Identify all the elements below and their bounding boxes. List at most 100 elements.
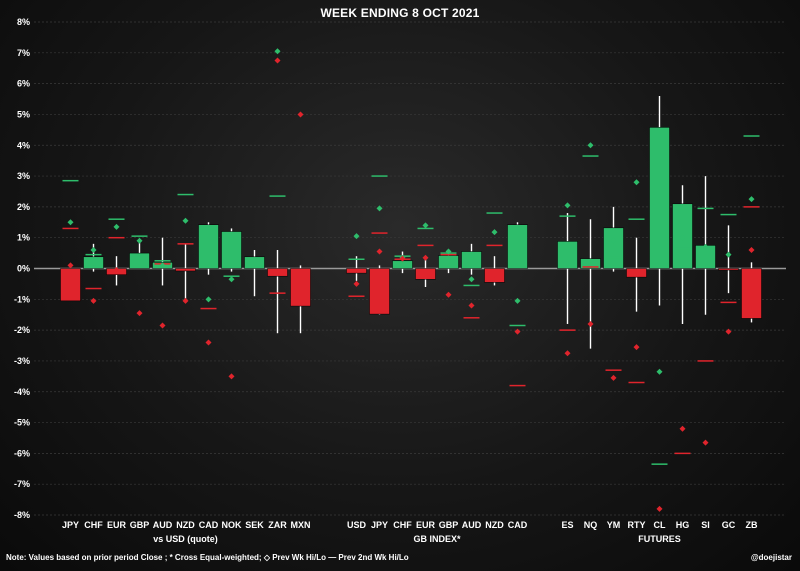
bar-zb: [741, 268, 762, 319]
y-tick-label: 1%: [17, 233, 30, 243]
x-tick-label: CAD: [508, 520, 528, 530]
bar-mxn: [290, 268, 311, 307]
prev-lo-diamond: [228, 373, 235, 380]
bar-chf: [83, 256, 104, 269]
x-tick-label: CHF: [84, 520, 103, 530]
prev-hi-diamond: [514, 297, 521, 304]
y-tick-label: -7%: [14, 479, 30, 489]
x-tick-label: GBP: [439, 520, 459, 530]
prev-lo-diamond: [748, 247, 755, 254]
x-tick-label: EUR: [416, 520, 436, 530]
prev-hi-diamond: [491, 229, 498, 236]
y-tick-label: 6%: [17, 79, 30, 89]
y-tick-label: 5%: [17, 109, 30, 119]
bar-es: [557, 241, 578, 269]
x-tick-label: RTY: [628, 520, 646, 530]
group-label: vs USD (quote): [153, 534, 218, 544]
bar-gc: [718, 268, 739, 271]
chart-svg: 8% 7% 6% 5% 4% 3% 2% 1% 0% -1% -2% -3% -4% -5% -6% -7% -…: [14, 17, 786, 544]
author-handle: @doejistar: [750, 553, 792, 562]
y-tick-label: -5%: [14, 418, 30, 428]
bar-cl: [649, 127, 670, 269]
prev-hi-diamond: [633, 179, 640, 186]
prev-lo-diamond: [564, 350, 571, 357]
prev-hi-diamond: [656, 368, 663, 375]
prev-hi-diamond: [353, 233, 360, 240]
prev-lo-diamond: [610, 374, 617, 381]
prev-lo-diamond: [182, 297, 189, 304]
bar-nok: [221, 231, 242, 269]
footer-note: Note: Values based on prior period Close…: [6, 553, 409, 562]
x-tick-label: ZB: [746, 520, 758, 530]
bar-aud: [461, 251, 482, 269]
prev-hi-diamond: [205, 296, 212, 303]
x-tick-label: AUD: [462, 520, 482, 530]
x-tick-label: NZD: [176, 520, 195, 530]
x-tick-label: NQ: [584, 520, 598, 530]
prev-lo-diamond: [274, 57, 281, 64]
x-tick-label: GC: [722, 520, 736, 530]
y-tick-label: -2%: [14, 325, 30, 335]
x-tick-label: CHF: [393, 520, 412, 530]
prev-hi-diamond: [468, 276, 475, 283]
x-tick-label: NZD: [485, 520, 504, 530]
prev-hi-diamond: [113, 223, 120, 230]
prev-hi-diamond: [748, 196, 755, 203]
y-tick-label: 3%: [17, 171, 30, 181]
x-tick-label: USD: [347, 520, 367, 530]
x-tick-label: ES: [561, 520, 573, 530]
bar-rty: [626, 268, 647, 278]
x-tick-label: EUR: [107, 520, 127, 530]
prev-hi-diamond: [274, 48, 281, 55]
x-tick-label: YM: [607, 520, 621, 530]
bar-gbp: [438, 255, 459, 269]
x-tick-label: JPY: [62, 520, 79, 530]
x-tick-label: NOK: [222, 520, 243, 530]
bar-ym: [603, 227, 624, 269]
prev-hi-diamond: [422, 222, 429, 229]
prev-hi-diamond: [182, 217, 189, 224]
prev-hi-diamond: [228, 276, 235, 283]
prev-lo-diamond: [725, 328, 732, 335]
prev-lo-diamond: [376, 248, 383, 255]
prev-lo-diamond: [514, 328, 521, 335]
y-tick-label: -8%: [14, 510, 30, 520]
prev-lo-diamond: [587, 320, 594, 327]
prev-lo-diamond: [159, 322, 166, 329]
y-tick-label: -3%: [14, 356, 30, 366]
y-tick-label: 2%: [17, 202, 30, 212]
prev-lo-diamond: [679, 425, 686, 432]
prev-hi-diamond: [725, 251, 732, 258]
prev-lo-diamond: [297, 111, 304, 118]
group-label: GB INDEX*: [413, 534, 461, 544]
prev-hi-diamond: [136, 237, 143, 244]
x-tick-label: SEK: [245, 520, 264, 530]
prev-lo-diamond: [702, 439, 709, 446]
y-tick-label: 0%: [17, 264, 30, 274]
x-tick-label: MXN: [291, 520, 311, 530]
y-tick-label: 8%: [17, 17, 30, 27]
prev-lo-diamond: [633, 344, 640, 351]
bar-zar: [267, 268, 288, 277]
prev-hi-diamond: [564, 202, 571, 209]
group-label: FUTURES: [638, 534, 681, 544]
prev-hi-diamond: [90, 247, 97, 254]
bar-chf: [392, 260, 413, 269]
chart-canvas: WEEK ENDING 8 OCT 2021 8% 7% 6% 5% 4% 3% 2% 1% 0…: [0, 0, 800, 571]
bar-sek: [244, 256, 265, 269]
prev-hi-diamond: [587, 142, 594, 149]
prev-lo-diamond: [353, 280, 360, 287]
y-tick-label: 7%: [17, 48, 30, 58]
x-tick-label: AUD: [153, 520, 173, 530]
y-tick-label: -4%: [14, 387, 30, 397]
prev-lo-diamond: [445, 291, 452, 298]
bar-nzd: [175, 268, 196, 272]
prev-lo-diamond: [67, 262, 74, 269]
x-tick-label: HG: [676, 520, 690, 530]
x-tick-label: JPY: [371, 520, 388, 530]
x-tick-label: GBP: [130, 520, 150, 530]
bar-gbp: [129, 252, 150, 269]
bar-jpy: [60, 268, 81, 302]
x-tick-label: ZAR: [268, 520, 287, 530]
bar-eur: [415, 268, 436, 280]
